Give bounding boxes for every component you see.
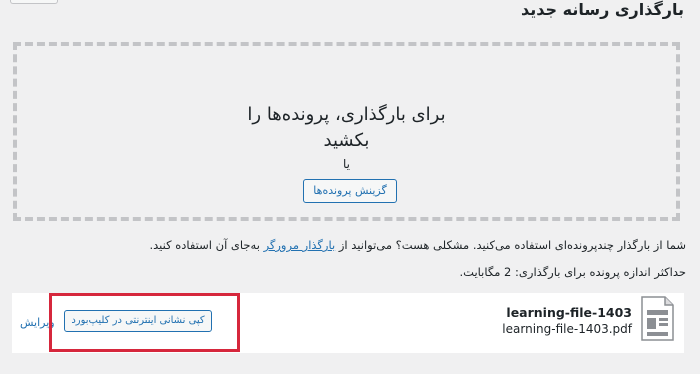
- page-title: بارگذاری رسانه جدید: [521, 0, 684, 19]
- media-title: learning-file-1403: [506, 305, 632, 320]
- document-icon: [641, 296, 674, 341]
- media-filename: learning-file-1403.pdf: [502, 322, 632, 336]
- upload-drop-zone[interactable]: برای بارگذاری، پرونده‌ها را بکشید یا گزی…: [13, 42, 680, 221]
- multi-uploader-notice-prefix: شما از بارگذار چندپرونده‌ای استفاده می‌ک…: [338, 238, 686, 252]
- multi-uploader-notice-suffix: به‌جای آن استفاده کنید.: [149, 238, 260, 252]
- drop-instructions: برای بارگذاری، پرونده‌ها را بکشید: [17, 102, 676, 154]
- highlight-annotation-box: [49, 293, 240, 352]
- select-files-button[interactable]: گزینش پرونده‌ها: [303, 179, 397, 203]
- multi-uploader-notice: شما از بارگذار چندپرونده‌ای استفاده می‌ک…: [149, 238, 686, 252]
- top-left-button-edge[interactable]: [10, 0, 58, 4]
- browser-uploader-link[interactable]: بارگذار مرورگر: [264, 238, 336, 252]
- drop-instructions-line1: برای بارگذاری، پرونده‌ها را: [247, 104, 446, 125]
- max-upload-size-notice: حداکثر اندازه پرونده برای بارگذاری: 2 مگ…: [459, 265, 686, 279]
- or-separator: یا: [343, 157, 350, 171]
- drop-instructions-line2: بکشید: [323, 130, 370, 151]
